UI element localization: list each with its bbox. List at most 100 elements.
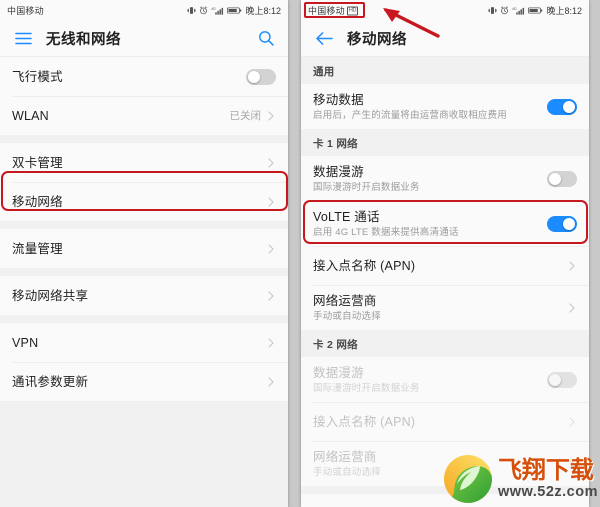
list-item-dual-sim-management[interactable]: 双卡管理 [0, 143, 288, 182]
list-item-airplane-mode[interactable]: 飞行模式 [0, 57, 288, 96]
toggle-knob [248, 70, 260, 83]
list-item-data-roaming-sim1[interactable]: 数据漫游 国际漫游时开启数据业务 [301, 156, 589, 201]
battery-icon [227, 6, 242, 15]
chevron-right-icon [266, 337, 276, 348]
settings-group: 移动数据 启用后，产生的流量将由运营商收取相应费用 [301, 84, 589, 129]
status-bar-right: 中国移动 HD 4G 晚上8:12 [301, 0, 589, 20]
list-item-label: 接入点名称 (APN) [313, 258, 416, 273]
back-arrow-icon[interactable] [313, 27, 335, 49]
list-item-data-roaming-sim2: 数据漫游 国际漫游时开启数据业务 [301, 357, 589, 402]
chevron-right-icon [567, 416, 577, 427]
title-bar-right: 移动网络 [301, 20, 589, 57]
list-item-vpn[interactable]: VPN [0, 323, 288, 362]
list-item-mobile-network[interactable]: 移动网络 [0, 182, 288, 221]
chevron-right-icon [266, 290, 276, 301]
page-title-left: 无线和网络 [46, 31, 121, 48]
list-item-label: 数据漫游 [313, 365, 364, 380]
list-item-volte-call[interactable]: VoLTE 通话 启用 4G LTE 数据来提供高清通话 [301, 201, 589, 246]
list-item-label: 移动网络共享 [12, 288, 89, 303]
mobile-network-list[interactable]: 通用 移动数据 启用后，产生的流量将由运营商收取相应费用 卡 1 网络 数据漫游… [301, 57, 589, 507]
wlan-status-value: 已关闭 [229, 110, 262, 122]
list-item-wlan[interactable]: WLAN 已关闭 [0, 96, 288, 135]
list-item-sublabel: 国际漫游时开启数据业务 [313, 382, 420, 394]
list-item-mobile-data[interactable]: 移动数据 启用后，产生的流量将由运营商收取相应费用 [301, 84, 589, 129]
list-item-sublabel: 手动或自动选择 [313, 310, 381, 322]
section-header-sim2: 卡 2 网络 [301, 330, 589, 357]
row-text: 移动网络共享 [12, 288, 266, 304]
hd-volte-badge-icon: HD [346, 6, 359, 15]
carrier-label-right: 中国移动 HD [308, 4, 359, 17]
settings-list-left[interactable]: 飞行模式 WLAN 已关闭 双卡管理 移动网络 流量管理 移动网络共享 VPN … [0, 57, 288, 507]
list-item-data-usage[interactable]: 流量管理 [0, 229, 288, 268]
chevron-right-icon [266, 243, 276, 254]
chevron-right-icon [266, 376, 276, 387]
list-item-label: WLAN [12, 108, 49, 123]
search-icon[interactable] [256, 28, 276, 48]
row-text: 移动网络 [12, 194, 266, 210]
chevron-right-icon [567, 260, 577, 271]
toggle-knob [549, 172, 561, 185]
group-divider [0, 221, 288, 229]
svg-text:4G: 4G [212, 6, 217, 10]
list-item-label: 流量管理 [12, 241, 63, 256]
carrier-name: 中国移动 [308, 5, 345, 16]
vibrate-icon [488, 6, 498, 15]
list-item-apn-sim2: 接入点名称 (APN) [301, 402, 589, 441]
clock-right: 晚上8:12 [546, 5, 582, 16]
list-item-label: 移动数据 [313, 92, 364, 107]
hamburger-menu-icon[interactable] [12, 27, 34, 49]
feixiang-leaf-logo-icon [442, 453, 494, 505]
section-header-sim1: 卡 1 网络 [301, 129, 589, 156]
svg-text:4G: 4G [513, 6, 518, 10]
phone-screen-mobile-network: 中国移动 HD 4G 晚上8:12 移动网络 通用 移动数据 启用后，产生的流量… [301, 0, 589, 507]
row-text: 移动数据 启用后，产生的流量将由运营商收取相应费用 [313, 92, 547, 122]
list-item-comm-param-update[interactable]: 通讯参数更新 [0, 362, 288, 401]
carrier-name: 中国移动 [7, 5, 44, 16]
status-icons-right: 4G 晚上8:12 [488, 4, 582, 17]
battery-icon [528, 6, 543, 15]
list-item-mobile-network-sharing[interactable]: 移动网络共享 [0, 276, 288, 315]
alarm-icon [500, 5, 509, 15]
data-roaming-toggle-sim2 [547, 371, 577, 388]
airplane-mode-toggle[interactable] [246, 68, 276, 85]
list-item-sublabel: 启用后，产生的流量将由运营商收取相应费用 [313, 109, 508, 121]
title-bar-left: 无线和网络 [0, 20, 288, 57]
chevron-right-icon [567, 302, 577, 313]
toggle-knob [563, 100, 575, 113]
signal-icon: 4G [512, 6, 525, 15]
alarm-icon [199, 5, 208, 15]
list-item-network-operator-sim1[interactable]: 网络运营商 手动或自动选择 [301, 285, 589, 330]
list-item-sublabel: 启用 4G LTE 数据来提供高清通话 [313, 226, 459, 238]
watermark-brand: 飞翔下载 [497, 456, 594, 484]
list-item-label: 接入点名称 (APN) [313, 414, 416, 429]
settings-group: 流量管理 [0, 229, 288, 268]
settings-group: 双卡管理 移动网络 [0, 143, 288, 221]
row-text: VoLTE 通话 启用 4G LTE 数据来提供高清通话 [313, 209, 547, 239]
mobile-data-toggle[interactable] [547, 98, 577, 115]
carrier-label-left: 中国移动 [7, 4, 44, 17]
list-item-label: 数据漫游 [313, 164, 364, 179]
volte-toggle[interactable] [547, 215, 577, 232]
row-text: 数据漫游 国际漫游时开启数据业务 [313, 365, 547, 395]
row-text: 通讯参数更新 [12, 374, 266, 390]
vibrate-icon [187, 6, 197, 15]
watermark-text: 飞翔下载 www.52z.com [497, 456, 598, 500]
list-item-label: 网络运营商 [313, 293, 377, 308]
settings-group: VPN 通讯参数更新 [0, 323, 288, 401]
toggle-knob [549, 373, 561, 386]
group-divider [0, 315, 288, 323]
row-text: WLAN [12, 108, 230, 124]
watermark: 飞翔下载 www.52z.com [442, 453, 598, 505]
settings-group: 飞行模式 WLAN 已关闭 [0, 57, 288, 135]
settings-group: 移动网络共享 [0, 276, 288, 315]
row-text: 数据漫游 国际漫游时开启数据业务 [313, 164, 547, 194]
toggle-knob [563, 217, 575, 230]
chevron-right-icon [266, 110, 276, 121]
data-roaming-toggle-sim1[interactable] [547, 170, 577, 187]
clock-left: 晚上8:12 [245, 5, 281, 16]
row-text: 网络运营商 手动或自动选择 [313, 293, 567, 323]
status-bar-left: 中国移动 4G 晚上8:12 [0, 0, 288, 20]
status-icons-left: 4G 晚上8:12 [187, 4, 281, 17]
list-item-apn-sim1[interactable]: 接入点名称 (APN) [301, 246, 589, 285]
list-item-label: 飞行模式 [12, 69, 63, 84]
